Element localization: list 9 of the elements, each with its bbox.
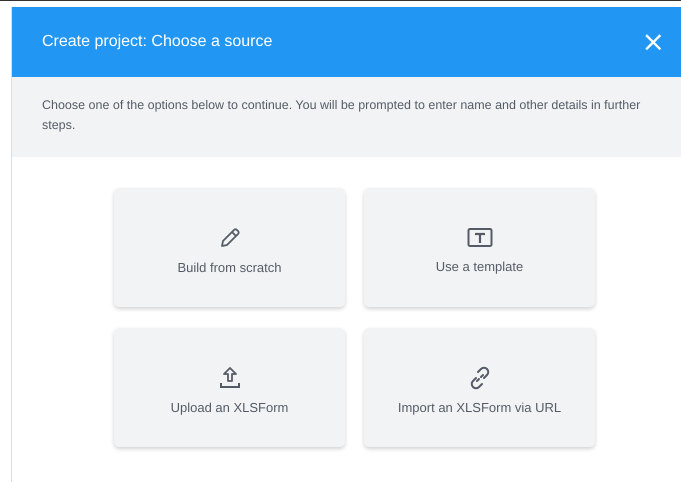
- option-card[interactable]: Import an XLSForm via URL: [364, 328, 595, 447]
- option-card[interactable]: Use a template: [364, 188, 595, 307]
- description-text: Choose one of the options below to continue. You will be prompted to enter name and other details in further steps.: [42, 97, 642, 134]
- option-card[interactable]: Upload an XLSForm: [114, 328, 345, 447]
- template-icon: [466, 227, 492, 249]
- close-button[interactable]: ×: [638, 28, 669, 56]
- option-card[interactable]: Build from scratch: [114, 188, 345, 307]
- dialog-title: Create project: Choose a source: [42, 33, 272, 51]
- upload-icon: [218, 366, 240, 390]
